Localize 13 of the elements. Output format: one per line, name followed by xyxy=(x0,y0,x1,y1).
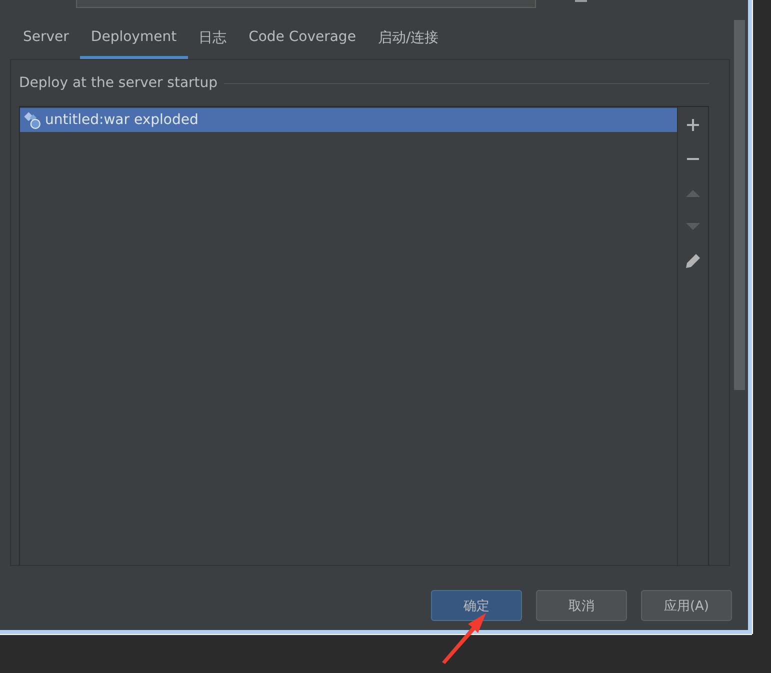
tab[interactable]: Server xyxy=(12,9,80,59)
pencil-icon[interactable] xyxy=(685,252,701,269)
section-title: Deploy at the server startup xyxy=(19,75,218,91)
list-item[interactable]: untitled:war exploded xyxy=(20,108,677,132)
artifact-icon xyxy=(23,111,41,129)
dialog-button[interactable]: 应用(A) xyxy=(641,590,732,621)
tab[interactable]: 启动/连接 xyxy=(366,9,450,59)
dialog-button[interactable]: 确定 xyxy=(431,590,522,621)
tab[interactable]: 日志 xyxy=(188,9,238,59)
add-icon[interactable] xyxy=(686,116,700,133)
dialog-button[interactable]: 取消 xyxy=(536,590,627,621)
scrollbar-thumb[interactable] xyxy=(734,20,745,390)
tab[interactable]: Code Coverage xyxy=(238,9,367,59)
